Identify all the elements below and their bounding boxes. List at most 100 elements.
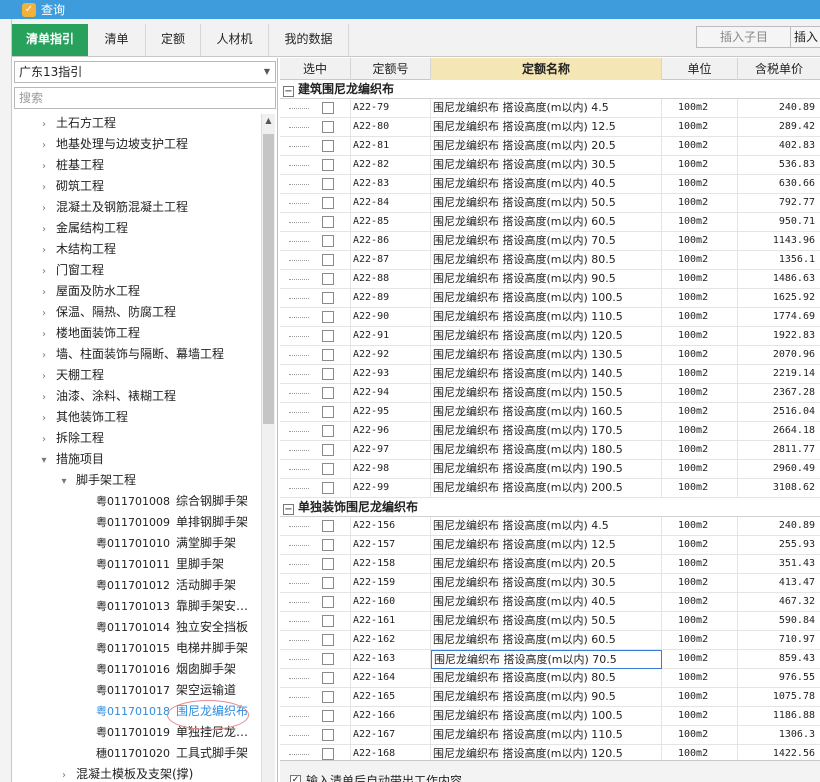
insert-button[interactable]: 插入 [790,26,820,48]
collapse-icon[interactable]: − [283,86,294,97]
row-checkbox[interactable] [322,406,334,418]
unit-cell[interactable]: 100m2 [662,555,738,574]
tab-bill-guide[interactable]: 清单指引 [12,24,88,56]
group-header-row[interactable]: − 建筑围尼龙编织布 [280,80,820,99]
table-row[interactable]: A22-97 围尼龙编织布 搭设高度(m以内) 180.5 100m2 2811.77 [280,441,820,460]
price-cell[interactable]: 1922.83 [738,327,818,346]
collapsed-arrow-icon[interactable]: › [38,261,50,282]
tree-leaf-item[interactable]: 粤011701013 靠脚手架安… [96,596,248,617]
unit-cell[interactable]: 100m2 [662,669,738,688]
unit-cell[interactable]: 100m2 [662,574,738,593]
table-row[interactable]: A22-159 围尼龙编织布 搭设高度(m以内) 30.5 100m2 413.47 [280,574,820,593]
tab-bill[interactable]: 清单 [88,24,146,56]
row-checkbox[interactable] [322,254,334,266]
table-row[interactable]: A22-88 围尼龙编织布 搭设高度(m以内) 90.5 100m2 1486.63 [280,270,820,289]
unit-cell[interactable]: 100m2 [662,365,738,384]
row-checkbox[interactable] [322,387,334,399]
tree-leaf-item[interactable]: 粤011701012 活动脚手架 [96,575,236,596]
unit-cell[interactable]: 100m2 [662,612,738,631]
quota-code-cell[interactable]: A22-95 [351,403,431,422]
price-cell[interactable]: 2219.14 [738,365,818,384]
row-checkbox[interactable] [322,273,334,285]
price-cell[interactable]: 255.93 [738,536,818,555]
tree-leaf-item[interactable]: 粤011701014 独立安全挡板 [96,617,248,638]
table-row[interactable]: A22-99 围尼龙编织布 搭设高度(m以内) 200.5 100m2 3108.62 [280,479,820,498]
tree-folder-item[interactable]: › 混凝土模板及支架(撑) [58,764,193,782]
quota-name-cell[interactable]: 围尼龙编织布 搭设高度(m以内) 90.5 [431,688,662,707]
quota-name-cell[interactable]: 围尼龙编织布 搭设高度(m以内) 130.5 [431,346,662,365]
table-row[interactable]: A22-86 围尼龙编织布 搭设高度(m以内) 70.5 100m2 1143.96 [280,232,820,251]
quota-code-cell[interactable]: A22-156 [351,517,431,536]
row-checkbox[interactable] [322,235,334,247]
quota-code-cell[interactable]: A22-85 [351,213,431,232]
unit-cell[interactable]: 100m2 [662,213,738,232]
tree-folder-item[interactable]: › 金属结构工程 [38,218,128,239]
collapsed-arrow-icon[interactable]: › [38,156,50,177]
price-cell[interactable]: 2070.96 [738,346,818,365]
tree-folder-item[interactable]: ▾ 措施项目 [38,449,104,470]
quota-code-cell[interactable]: A22-84 [351,194,431,213]
price-cell[interactable]: 1306.3 [738,726,818,745]
price-cell[interactable]: 1075.78 [738,688,818,707]
collapsed-arrow-icon[interactable]: › [38,219,50,240]
collapsed-arrow-icon[interactable]: › [38,114,50,135]
quota-name-cell[interactable]: 围尼龙编织布 搭设高度(m以内) 200.5 [431,479,662,498]
table-row[interactable]: A22-81 围尼龙编织布 搭设高度(m以内) 20.5 100m2 402.83 [280,137,820,156]
collapsed-arrow-icon[interactable]: › [38,387,50,408]
price-cell[interactable]: 467.32 [738,593,818,612]
scroll-up-icon[interactable]: ▲ [262,114,275,128]
quota-code-cell[interactable]: A22-86 [351,232,431,251]
quota-code-cell[interactable]: A22-87 [351,251,431,270]
table-row[interactable]: A22-98 围尼龙编织布 搭设高度(m以内) 190.5 100m2 2960.49 [280,460,820,479]
row-checkbox[interactable] [322,140,334,152]
row-checkbox[interactable] [322,330,334,342]
collapsed-arrow-icon[interactable]: › [38,177,50,198]
unit-cell[interactable]: 100m2 [662,384,738,403]
quota-code-cell[interactable]: A22-163 [351,650,431,669]
quota-code-cell[interactable]: A22-82 [351,156,431,175]
price-cell[interactable]: 289.42 [738,118,818,137]
price-cell[interactable]: 630.66 [738,175,818,194]
table-row[interactable]: A22-96 围尼龙编织布 搭设高度(m以内) 170.5 100m2 2664.18 [280,422,820,441]
price-cell[interactable]: 351.43 [738,555,818,574]
row-checkbox[interactable] [322,596,334,608]
quota-code-cell[interactable]: A22-166 [351,707,431,726]
quota-code-cell[interactable]: A22-93 [351,365,431,384]
unit-cell[interactable]: 100m2 [662,270,738,289]
quota-code-cell[interactable]: A22-94 [351,384,431,403]
quota-name-cell[interactable]: 围尼龙编织布 搭设高度(m以内) 60.5 [431,631,662,650]
table-row[interactable]: A22-85 围尼龙编织布 搭设高度(m以内) 60.5 100m2 950.71 [280,213,820,232]
unit-cell[interactable]: 100m2 [662,232,738,251]
quota-code-cell[interactable]: A22-161 [351,612,431,631]
expanded-arrow-icon[interactable]: ▾ [58,471,70,492]
col-quota-code[interactable]: 定额号 [351,58,431,80]
table-row[interactable]: A22-156 围尼龙编织布 搭设高度(m以内) 4.5 100m2 240.89 [280,517,820,536]
price-cell[interactable]: 1774.69 [738,308,818,327]
quota-code-cell[interactable]: A22-160 [351,593,431,612]
quota-code-cell[interactable]: A22-79 [351,99,431,118]
row-checkbox[interactable] [322,425,334,437]
table-row[interactable]: A22-91 围尼龙编织布 搭设高度(m以内) 120.5 100m2 1922.83 [280,327,820,346]
price-cell[interactable]: 1486.63 [738,270,818,289]
tree-leaf-item[interactable]: 粤011701017 架空运输道 [96,680,236,701]
quota-name-cell[interactable]: 围尼龙编织布 搭设高度(m以内) 50.5 [431,612,662,631]
quota-code-cell[interactable]: A22-81 [351,137,431,156]
unit-cell[interactable]: 100m2 [662,308,738,327]
tree-folder-item[interactable]: › 桩基工程 [38,155,104,176]
tree-leaf-item[interactable]: 粤011701008 综合钢脚手架 [96,491,248,512]
row-checkbox[interactable] [322,577,334,589]
quota-code-cell[interactable]: A22-165 [351,688,431,707]
tree-folder-item[interactable]: › 天棚工程 [38,365,104,386]
collapsed-arrow-icon[interactable]: › [38,135,50,156]
quota-name-cell[interactable]: 围尼龙编织布 搭设高度(m以内) 50.5 [431,194,662,213]
scrollbar-thumb[interactable] [263,134,274,424]
collapsed-arrow-icon[interactable]: › [38,366,50,387]
unit-cell[interactable]: 100m2 [662,650,738,669]
row-checkbox[interactable] [322,311,334,323]
tree-leaf-item[interactable]: 粤011701009 单排钢脚手架 [96,512,248,533]
quota-name-cell[interactable]: 围尼龙编织布 搭设高度(m以内) 110.5 [431,308,662,327]
unit-cell[interactable]: 100m2 [662,137,738,156]
quota-code-cell[interactable]: A22-83 [351,175,431,194]
unit-cell[interactable]: 100m2 [662,631,738,650]
tree-leaf-item[interactable]: 穗011701020 工具式脚手架 [96,743,248,764]
